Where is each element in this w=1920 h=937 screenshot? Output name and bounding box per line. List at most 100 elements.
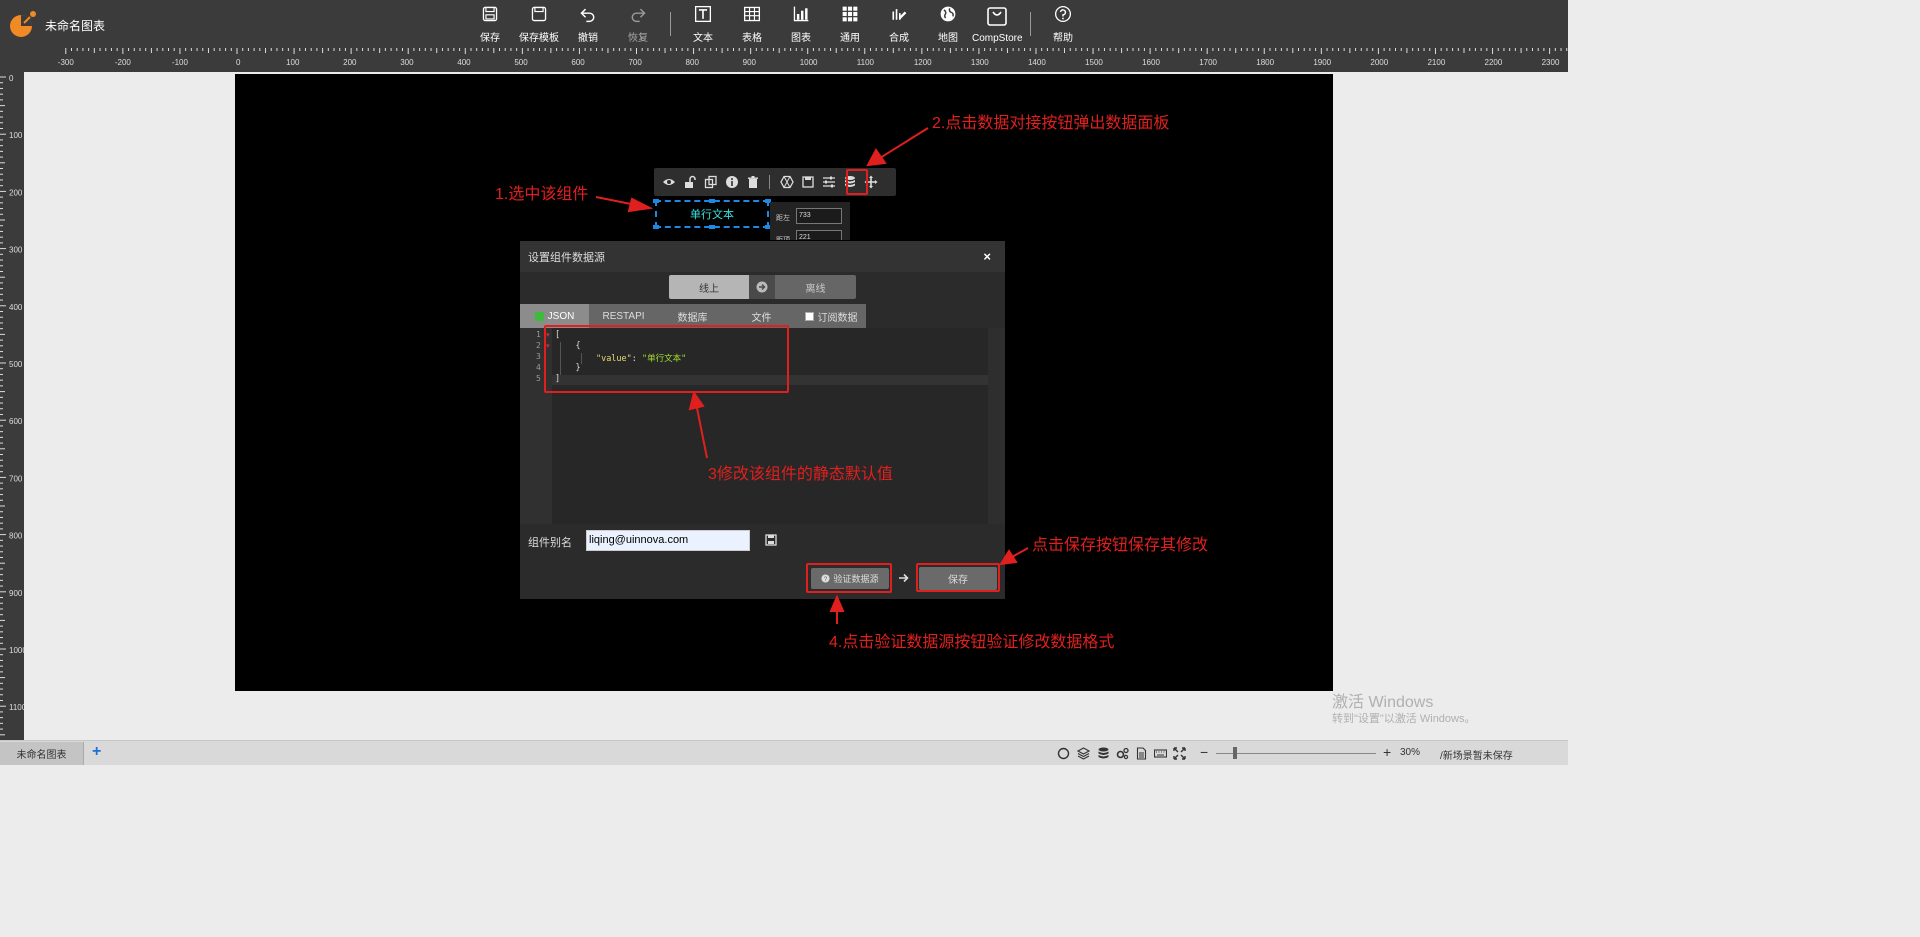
ruler-label: 600 <box>9 417 23 426</box>
mode-offline-button[interactable]: 离线 <box>775 275 856 299</box>
vertical-ruler: 0 100 200 300 400 500 600 700 800 900 1000 1100 <box>0 72 24 740</box>
layers-icon[interactable] <box>1077 747 1090 760</box>
toolbar-undo-button[interactable]: 撤销 <box>577 4 599 44</box>
alias-input[interactable]: liqing@uinnova.com <box>586 530 750 551</box>
ruler-label: 900 <box>743 58 757 67</box>
annotation-step2: 2.点击数据对接按钮弹出数据面板 <box>932 115 1170 132</box>
toolbar-general-button[interactable]: 通用 <box>839 4 861 44</box>
page-tab[interactable]: 未命名图表 <box>0 742 84 765</box>
tab-json[interactable]: JSON <box>520 304 589 328</box>
tab-file[interactable]: 文件 <box>727 304 796 328</box>
line-number: 5 <box>536 374 541 383</box>
component-save-button[interactable] <box>797 171 818 193</box>
dialog-save-button[interactable]: 保存 <box>919 567 997 590</box>
fold-arrow-icon[interactable]: ▾ <box>546 331 550 339</box>
question-circle-icon: ? <box>821 574 831 583</box>
ruler-label: 0 <box>9 74 14 83</box>
subscribe-data-checkbox[interactable]: 订阅数据 <box>796 304 866 328</box>
zoom-value: 30% <box>1400 747 1421 758</box>
dialog-close-button[interactable]: × <box>983 249 991 264</box>
ruler-label: 0 <box>236 58 241 67</box>
toolbar-save-button[interactable]: 保存 <box>479 4 501 44</box>
annotation-step3: 3修改该组件的静态默认值 <box>708 466 893 483</box>
ruler-label: 1300 <box>971 58 989 67</box>
line-number: 2 <box>536 341 541 350</box>
globe-icon <box>940 6 956 22</box>
tab-database[interactable]: 数据库 <box>658 304 727 328</box>
toolbar-help-button[interactable]: 帮助 <box>1052 4 1074 44</box>
zoom-slider-track[interactable] <box>1216 753 1376 754</box>
top-input[interactable]: 221 <box>796 230 842 240</box>
annotation-save-note: 点击保存按钮保存其修改 <box>1032 537 1209 554</box>
save-icon <box>482 6 498 22</box>
resize-handle[interactable] <box>709 225 715 229</box>
mode-arrow[interactable] <box>749 275 775 299</box>
windows-activation-hint: 转到"设置"以激活 Windows。 <box>1332 713 1476 725</box>
file-icon[interactable] <box>1135 747 1148 760</box>
ruler-label: 400 <box>9 303 23 312</box>
ruler-label: 1800 <box>1256 58 1274 67</box>
settings-button[interactable] <box>818 171 839 193</box>
keyboard-icon[interactable] <box>1154 747 1167 760</box>
alias-label: 组件别名 <box>528 537 572 549</box>
resize-handle[interactable] <box>653 199 659 203</box>
horizontal-ruler-ticks: -300 -200 -100 0 100 200 300 400 500 600 700 800 900… <box>58 48 1568 67</box>
info-button[interactable] <box>721 171 742 193</box>
grid-icon <box>842 6 858 22</box>
ruler-label: 100 <box>9 131 23 140</box>
style-button[interactable] <box>776 171 797 193</box>
ruler-label: 2200 <box>1485 58 1503 67</box>
lock-button[interactable] <box>679 171 700 193</box>
toolbar-map-button[interactable]: 地图 <box>937 4 959 44</box>
expand-icon[interactable] <box>1173 747 1186 760</box>
preview-button[interactable] <box>658 171 679 193</box>
database-icon[interactable] <box>1097 747 1110 760</box>
redo-icon <box>631 8 646 23</box>
store-bag-icon <box>987 7 1008 26</box>
ruler-label: 1500 <box>1085 58 1103 67</box>
move-handle[interactable] <box>860 171 881 193</box>
delete-button[interactable] <box>742 171 763 193</box>
ruler-label: 1200 <box>914 58 932 67</box>
fold-arrow-icon[interactable]: ▾ <box>546 342 550 350</box>
mode-online-button[interactable]: 线上 <box>669 275 749 299</box>
ruler-label: 600 <box>571 58 585 67</box>
tab-restapi[interactable]: RESTAPI <box>589 304 658 328</box>
left-input[interactable]: 733 <box>796 208 842 224</box>
toolbar-save-template-button[interactable]: 保存模板 <box>519 4 559 44</box>
eye-icon <box>662 179 675 185</box>
data-source-tabs: JSON RESTAPI 数据库 文件 订阅数据 <box>520 304 866 328</box>
toolbar-separator <box>1030 12 1031 36</box>
toolbar-compose-button[interactable]: 合成 <box>888 4 910 44</box>
resize-handle[interactable] <box>709 199 715 203</box>
app-logo-icon <box>10 11 36 37</box>
toolbar-chart-button[interactable]: 图表 <box>790 4 812 44</box>
line-number: 4 <box>536 363 541 372</box>
zoom-in-button[interactable]: + <box>1383 744 1391 760</box>
zoom-out-button[interactable]: − <box>1200 744 1208 760</box>
toolbar-compstore-button[interactable]: CompStore <box>972 4 1023 44</box>
ruler-label: -100 <box>172 58 189 67</box>
toolbar-redo-button[interactable]: 恢复 <box>627 4 649 44</box>
circle-icon[interactable] <box>1057 747 1070 760</box>
vertical-ruler-ticks: 0 100 200 300 400 500 600 700 800 900 1000 1100 <box>0 74 24 736</box>
validate-data-source-button[interactable]: ? 验证数据源 <box>811 568 889 589</box>
selected-text-component[interactable]: 单行文本 <box>653 199 771 229</box>
ruler-label: 1000 <box>800 58 818 67</box>
json-editor[interactable]: 1 2 3 4 5 ▾ ▾ [ { "value": "单行文本" } ] <box>520 328 1005 524</box>
json-key: "value" <box>595 354 632 364</box>
save-alias-icon[interactable] <box>765 534 777 546</box>
copy-button[interactable] <box>700 171 721 193</box>
top-label: 距顶 <box>776 235 790 240</box>
unlock-icon <box>684 175 696 188</box>
data-source-button[interactable] <box>839 171 860 193</box>
editor-scrollbar[interactable] <box>988 328 1005 524</box>
resize-handle[interactable] <box>653 225 659 229</box>
toolbar-table-button[interactable]: 表格 <box>741 4 763 44</box>
table-icon <box>743 6 761 22</box>
add-page-button[interactable]: + <box>92 743 101 761</box>
toolbar-text-button[interactable]: 文本 <box>692 4 714 44</box>
zoom-slider-thumb[interactable] <box>1233 747 1237 759</box>
cogs-icon[interactable] <box>1116 747 1129 760</box>
ruler-label: 800 <box>9 532 23 541</box>
